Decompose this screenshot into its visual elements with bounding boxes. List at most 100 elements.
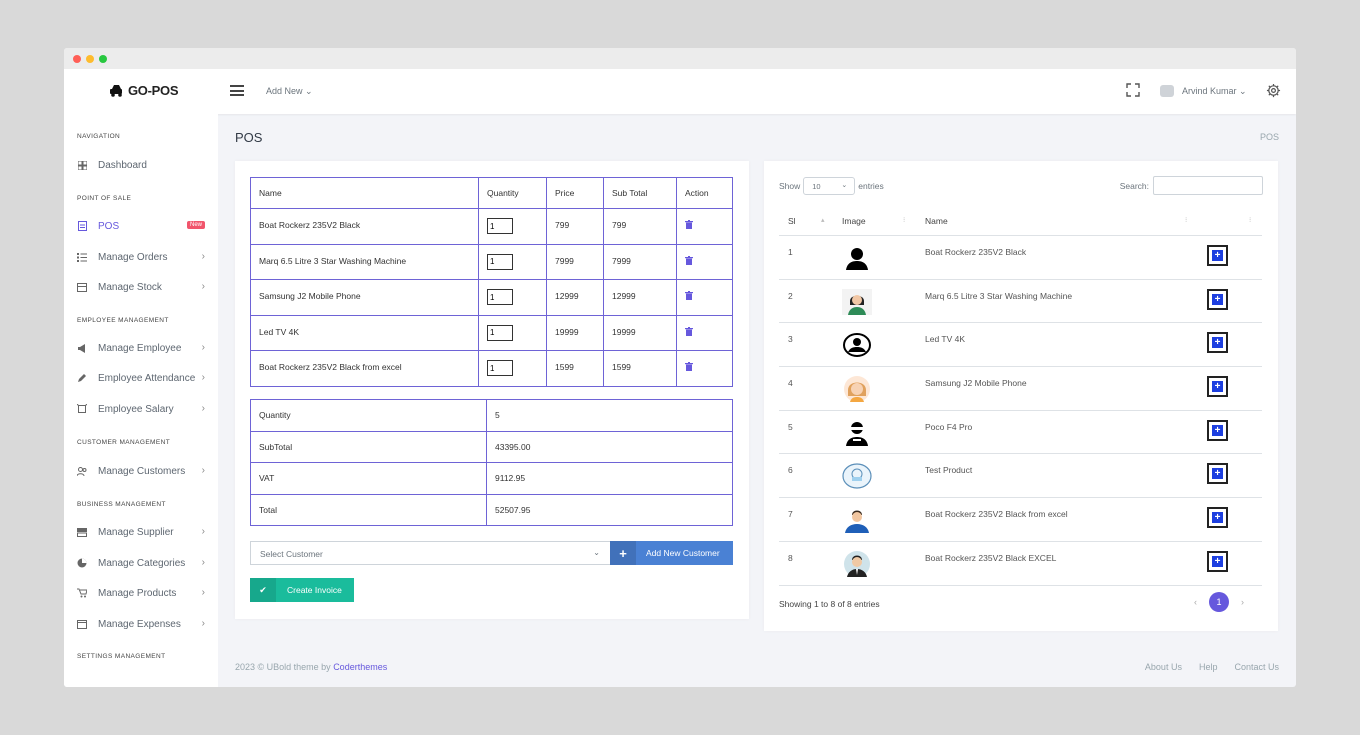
summary-label: SubTotal [250, 430, 487, 463]
plus-icon: + [1212, 555, 1223, 567]
add-to-cart-button[interactable]: + [1207, 288, 1228, 310]
product-name: Marq 6.5 Litre 3 Star Washing Machine [925, 290, 1073, 301]
product-sl: 8 [788, 552, 793, 563]
contact-us-link[interactable]: Contact Us [1234, 662, 1279, 672]
sidebar-item-manage-categories[interactable]: Manage Categories › [77, 555, 205, 571]
customer-select[interactable]: Select Customer ⌄ [250, 541, 611, 565]
summary-label: Total [250, 493, 487, 526]
cart-item-subtotal: 7999 [603, 243, 677, 280]
page-button-1[interactable]: 1 [1209, 592, 1229, 612]
sidebar-item-label: POS [98, 220, 120, 232]
cart-action-cell [676, 208, 733, 245]
sidebar-item-manage-employee[interactable]: Manage Employee › [77, 340, 205, 356]
sidebar-item-label: Dashboard [98, 159, 147, 171]
create-invoice-label: Create Invoice [287, 585, 342, 595]
masked-user-icon [841, 419, 873, 447]
trash-icon[interactable] [685, 220, 693, 229]
about-us-link[interactable]: About Us [1145, 662, 1182, 672]
prev-page-button[interactable]: ‹ [1194, 597, 1197, 607]
close-window-button[interactable] [73, 55, 81, 63]
coderthemes-link[interactable]: Coderthemes [333, 662, 387, 672]
add-to-cart-button[interactable]: + [1207, 332, 1228, 354]
trash-icon[interactable] [685, 255, 693, 265]
sidebar-item-employee-attendance[interactable]: Employee Attendance › [77, 370, 205, 386]
cart-icon [77, 588, 87, 598]
menu-toggle-icon[interactable] [230, 85, 244, 96]
sidebar-item-label: Manage Supplier [98, 526, 174, 538]
fullscreen-icon[interactable] [1126, 83, 1140, 97]
add-to-cart-button[interactable]: + [1207, 245, 1228, 266]
col-image[interactable]: Image [842, 216, 866, 226]
product-name: Boat Rockerz 235V2 Black EXCEL [925, 552, 1057, 563]
create-invoice-button[interactable]: ✔ Create Invoice [250, 578, 354, 602]
product-name: Boat Rockerz 235V2 Black from excel [925, 509, 1068, 520]
col-sl[interactable]: Sl [788, 216, 796, 226]
products-table: Sl ▴ Image ⁝ Name ⁝ ⁝ 1 Boat Rockerz 235… [779, 208, 1262, 586]
pen-icon [77, 373, 87, 383]
sidebar-item-manage-orders[interactable]: Manage Orders › [77, 249, 205, 265]
chevron-right-icon: › [201, 342, 205, 353]
help-link[interactable]: Help [1199, 662, 1218, 672]
col-name: Name [250, 177, 479, 209]
user-menu[interactable]: Arvind Kumar ⌄ [1160, 85, 1247, 97]
quantity-input[interactable] [487, 218, 513, 234]
user-avatar [1160, 85, 1174, 97]
trash-icon[interactable] [685, 291, 693, 300]
add-to-cart-button[interactable]: + [1207, 376, 1228, 398]
trash-icon[interactable] [685, 362, 693, 371]
entries-select[interactable]: 10 ⌄ [803, 177, 856, 195]
add-new-customer-button[interactable]: + Add New Customer [610, 541, 733, 565]
quantity-input[interactable] [487, 360, 513, 376]
businessman-avatar-icon [841, 550, 873, 578]
summary-table: Quantity 5 SubTotal 43395.00 VAT 9112.95 To… [250, 399, 733, 526]
quantity-input[interactable] [487, 253, 513, 270]
sidebar-item-label: Employee Salary [98, 403, 174, 415]
col-name[interactable]: Name [925, 216, 948, 226]
breadcrumb[interactable]: POS [1260, 132, 1279, 142]
sidebar-item-label: Manage Expenses [98, 618, 181, 630]
logo-text: GO-POS [128, 83, 179, 98]
cart-item-subtotal: 799 [603, 208, 677, 245]
entries-info: Showing 1 to 8 of 8 entries [779, 599, 880, 609]
add-new-dropdown[interactable]: Add New ⌄ [266, 86, 313, 97]
plus-icon: + [610, 541, 636, 565]
cart-item-price: 7999 [546, 243, 604, 280]
summary-row: Total 52507.95 [250, 493, 733, 526]
quantity-input[interactable] [487, 324, 513, 341]
trash-icon[interactable] [685, 326, 693, 336]
maximize-window-button[interactable] [99, 55, 107, 63]
user-name: Arvind Kumar ⌄ [1182, 85, 1247, 96]
megaphone-icon [77, 343, 87, 353]
face-mask-avatar-icon [841, 462, 873, 490]
product-row: 7 Boat Rockerz 235V2 Black from excel + [779, 498, 1262, 542]
sidebar-item-manage-expenses[interactable]: Manage Expenses › [77, 616, 205, 632]
next-page-button[interactable]: › [1241, 597, 1244, 607]
add-to-cart-button[interactable]: + [1207, 550, 1228, 572]
customer-select-placeholder: Select Customer [260, 549, 323, 559]
sidebar-item-manage-products[interactable]: Manage Products › [77, 585, 205, 601]
sidebar-item-dashboard[interactable]: Dashboard [77, 157, 205, 173]
add-to-cart-button[interactable]: + [1207, 463, 1228, 485]
sidebar-item-employee-salary[interactable]: Employee Salary › [77, 401, 205, 417]
add-to-cart-button[interactable]: + [1207, 419, 1228, 441]
add-to-cart-button[interactable]: + [1207, 507, 1228, 529]
plus-icon: + [1212, 381, 1223, 393]
sidebar-item-manage-customers[interactable]: Manage Customers › [77, 463, 205, 479]
sidebar-item-manage-stock[interactable]: Manage Stock › [77, 279, 205, 295]
footer-links: About Us Help Contact Us [1145, 662, 1279, 672]
chevron-right-icon: › [201, 251, 205, 262]
product-row: 5 Poco F4 Pro + [779, 411, 1262, 455]
quantity-input[interactable] [487, 289, 513, 305]
search-input[interactable] [1153, 176, 1263, 195]
product-sl: 2 [788, 290, 793, 301]
logo[interactable]: GO-POS [109, 83, 179, 98]
sidebar-item-manage-supplier[interactable]: Manage Supplier › [77, 524, 205, 540]
cart-row: Boat Rockerz 235V2 Black from excel 1599… [250, 350, 733, 387]
sidebar-item-pos[interactable]: POS New [77, 218, 205, 234]
minimize-window-button[interactable] [86, 55, 94, 63]
product-name: Led TV 4K [925, 334, 966, 345]
gear-icon[interactable] [1266, 83, 1281, 98]
footer-copyright: 2023 © UBold theme by Coderthemes [235, 662, 387, 672]
logo-icon [110, 85, 122, 97]
sidebar-item-label: Manage Products [98, 587, 177, 599]
